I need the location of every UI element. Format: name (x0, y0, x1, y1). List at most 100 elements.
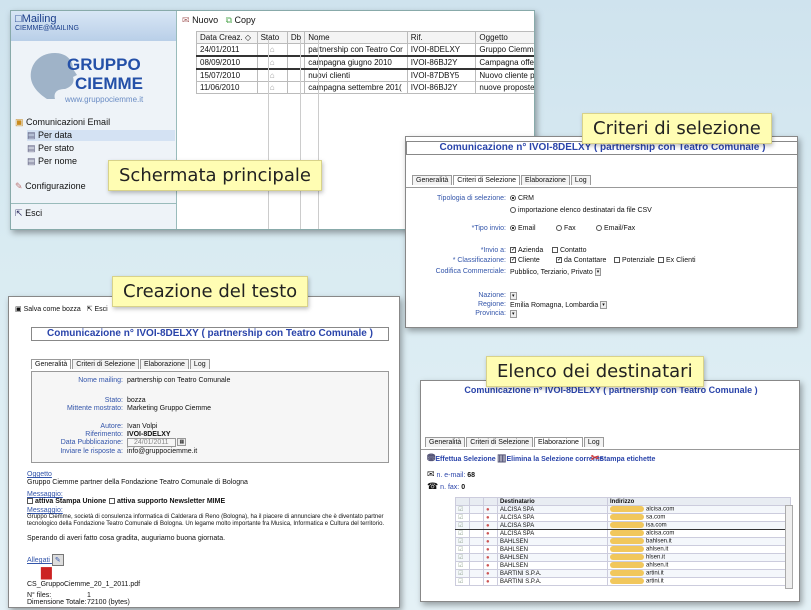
invio-a-azienda[interactable]: Azienda (510, 247, 543, 254)
callout-criteri: Criteri di selezione (582, 113, 772, 144)
col-db[interactable]: Db (286, 31, 306, 44)
row-destinatario: BARTINI S.P.A. (497, 577, 608, 586)
nazione-dropdown[interactable]: ▾ (510, 292, 517, 300)
row-check-icon[interactable]: ☑ (455, 561, 470, 570)
table-row[interactable]: ☑ ● ALCISA SPA alcisa.com (455, 505, 791, 514)
row-check-icon[interactable]: ☑ (455, 577, 470, 586)
tab-generalita[interactable]: Generalità (31, 359, 72, 369)
table-row[interactable]: ☑ ● BAHLSEN ahlsen.it (455, 561, 791, 570)
opt-newsletter[interactable]: attiva supporto Newsletter MIME (109, 498, 225, 505)
creazione-screen: ▣ Salva come bozza ⇱ Esci Comunicazione … (8, 296, 400, 608)
class-cliente[interactable]: Cliente (510, 257, 540, 264)
table-row[interactable]: 11/06/2010 ⌂ campagna settembre 201( IVO… (196, 81, 534, 94)
table-row[interactable]: 15/07/2010 ⌂ nuovi clienti IVOI-87DBY5 N… (196, 68, 534, 82)
row-check-icon[interactable]: ☑ (455, 505, 470, 514)
data-pubblicazione-field[interactable]: 24/01/2011 ▦ (127, 437, 187, 447)
nav-item-per-data[interactable]: ▤ Per data (27, 130, 175, 141)
col-destinatario[interactable]: Destinatario (497, 497, 608, 506)
elimina-selezione-button[interactable]: ▥Elimina la Selezione corrente (497, 453, 603, 464)
tab-log[interactable]: Log (570, 175, 591, 185)
redacted-mark (610, 562, 644, 569)
effettua-selezione-button[interactable]: ⛃Effettua Selezione (427, 453, 496, 464)
row-check-icon[interactable]: ☑ (455, 545, 470, 554)
tab-elaborazione[interactable]: Elaborazione (140, 359, 189, 369)
file-name[interactable]: CS_GruppoCiemme_20_1_2011.pdf (27, 581, 140, 588)
table-row[interactable]: ☑ ● BAHLSEN hlsen.it (455, 553, 791, 562)
riferimento-value: IVOI-8DELXY (127, 431, 171, 438)
row-check-icon[interactable]: ☑ (455, 569, 470, 578)
dropdown-icon[interactable]: ▾ (600, 301, 607, 309)
tab-criteri[interactable]: Criteri di Selezione (72, 359, 140, 369)
esci-button[interactable]: ⇱ Esci (87, 306, 108, 313)
calendar-icon[interactable]: ▦ (177, 438, 187, 446)
col-nome[interactable]: Nome (304, 31, 408, 44)
col-indirizzo[interactable]: Indirizzo (607, 497, 791, 506)
mittente-value[interactable]: Marketing Gruppo Ciemme (127, 405, 211, 412)
table-row[interactable]: ☑ ● BAHLSEN bahlsen.it (455, 537, 791, 546)
messaggio-text[interactable]: Gruppo Ciemme, società di consulenza inf… (27, 514, 391, 528)
scrollbar[interactable] (785, 505, 793, 589)
tipo-invio-email[interactable]: Email (510, 225, 536, 232)
table-row[interactable]: ☑ ● ALCISA SPA isa.com (455, 521, 791, 530)
configurazione-link[interactable]: ✎ Configurazione (15, 181, 86, 192)
col-stato[interactable]: Stato (256, 31, 288, 44)
table-row[interactable]: ☑ ● BAHLSEN ahlsen.it (455, 545, 791, 554)
risposte-value[interactable]: info@gruppociemme.it (127, 448, 197, 455)
table-row[interactable]: ☑ ● BARTINI S.P.A. artini.it (455, 577, 791, 586)
row-check-icon[interactable]: ☑ (455, 521, 470, 530)
row-check-icon[interactable]: ☑ (455, 513, 470, 522)
attach-icon[interactable]: ✎ (51, 554, 64, 566)
table-row[interactable]: ☑ ● ALCISA SPA alcisa.com (455, 529, 791, 538)
tab-criteri[interactable]: Criteri di Selezione (453, 175, 521, 185)
table-row[interactable]: 08/09/2010 ⌂ campagna giugno 2010 IVOI-8… (196, 55, 534, 70)
class-ex-clienti[interactable]: Ex Clienti (658, 257, 696, 264)
col-data[interactable]: Data Creaz. ◇ (196, 31, 258, 44)
codifica-value[interactable]: Pubblico, Terziario, Privato ▾ (510, 268, 602, 276)
regione-value[interactable]: Emilia Romagna, Lombardia ▾ (510, 301, 607, 309)
class-potenziale[interactable]: Potenziale (614, 257, 655, 264)
tipo-invio-emailfax[interactable]: Email/Fax (596, 225, 635, 232)
col-oggetto[interactable]: Oggetto (475, 31, 534, 44)
dropdown-icon[interactable]: ▾ (510, 292, 517, 300)
callout-creazione: Creazione del testo (112, 276, 309, 307)
saluto-text[interactable]: Sperando di averi fatto cosa gradita, au… (27, 535, 225, 542)
opt-stampa-unione[interactable]: attiva Stampa Unione (27, 498, 106, 505)
nav-section-email[interactable]: ▣ Comunicazioni Email (15, 117, 110, 128)
tipologia-crm[interactable]: CRM (510, 195, 534, 202)
table-row[interactable]: ☑ ● BARTINI S.P.A. artini.it (455, 569, 791, 578)
tab-log[interactable]: Log (189, 359, 210, 369)
status-icon: ⌂ (256, 68, 288, 82)
tab-elaborazione[interactable]: Elaborazione (521, 175, 570, 185)
tipo-invio-fax[interactable]: Fax (556, 225, 576, 232)
oggetto-value[interactable]: Gruppo Ciemme partner della Fondazione T… (27, 479, 248, 486)
esci-link[interactable]: ⇱ Esci (15, 208, 42, 219)
collapse-icon[interactable]: □ (15, 13, 22, 25)
table-row[interactable]: 24/01/2011 ⌂ partnership con Teatro Cor … (196, 43, 534, 57)
redacted-mark (610, 522, 644, 529)
provincia-dropdown[interactable]: ▾ (510, 310, 517, 318)
tab-generalita[interactable]: Generalità (412, 175, 453, 185)
class-da-contattare[interactable]: da Contattare (556, 257, 606, 264)
copy-button[interactable]: ⧉ Copy (226, 15, 256, 25)
dropdown-icon[interactable]: ▾ (594, 268, 602, 276)
col-rif[interactable]: Rif. (406, 31, 477, 44)
nuovo-button[interactable]: ✉ Nuovo (182, 15, 218, 25)
tab-criteri[interactable]: Criteri di Selezione (466, 437, 534, 447)
row-check-icon[interactable]: ☑ (455, 553, 470, 562)
tipologia-csv[interactable]: importazione elenco destinatari da file … (510, 207, 652, 214)
salva-bozza-button[interactable]: ▣ Salva come bozza (15, 306, 81, 313)
invio-a-contatto[interactable]: Contatto (552, 247, 586, 254)
table-row[interactable]: ☑ ● ALCISA SPA sa.com (455, 513, 791, 522)
nav-item-per-nome[interactable]: ▤ Per nome (27, 156, 77, 167)
nome-mailing-value[interactable]: partnership con Teatro Comunale (127, 377, 230, 384)
pdf-icon[interactable]: ▆ (41, 563, 52, 580)
row-check-icon[interactable]: ☑ (455, 529, 470, 538)
dropdown-icon[interactable]: ▾ (510, 310, 517, 318)
tab-generalita[interactable]: Generalità (425, 437, 466, 447)
tab-log[interactable]: Log (583, 437, 604, 447)
row-destinatario: BAHLSEN (497, 553, 608, 562)
row-check-icon[interactable]: ☑ (455, 537, 470, 546)
nav-item-per-stato[interactable]: ▤ Per stato (27, 143, 74, 154)
stampa-etichette-button[interactable]: ✂Stampa etichette (591, 453, 655, 464)
tab-elaborazione[interactable]: Elaborazione (534, 437, 583, 447)
